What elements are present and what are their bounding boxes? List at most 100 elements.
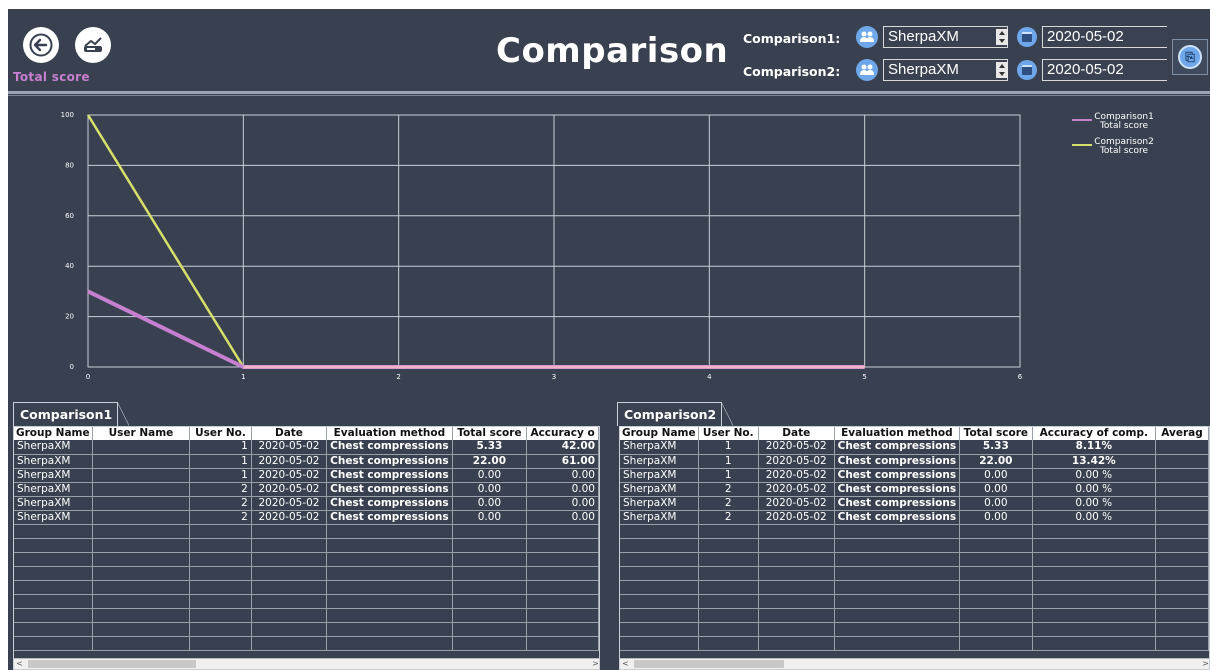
column-header[interactable]: User No.	[189, 427, 252, 440]
table-row[interactable]	[620, 538, 1209, 553]
table-cell	[92, 524, 191, 539]
table-cell	[452, 622, 528, 637]
column-header[interactable]: Averag	[1155, 427, 1209, 440]
table-cell	[92, 496, 191, 511]
table-row[interactable]	[14, 580, 599, 595]
table-cell	[758, 524, 835, 539]
table-row[interactable]	[620, 622, 1209, 637]
scroll-thumb[interactable]	[634, 660, 784, 668]
table-cell: 1	[189, 468, 252, 483]
table-row[interactable]: SherpaXM 2 2020-05-02 Chest compressions 0.0…	[620, 510, 1209, 525]
table-row[interactable]	[620, 594, 1209, 609]
table-row[interactable]	[14, 622, 599, 637]
table-row[interactable]	[14, 594, 599, 609]
y-tick-label: 0	[70, 363, 74, 371]
comparison1-group-select[interactable]: SherpaXM	[883, 26, 1008, 48]
table-row[interactable]: SherpaXM 1 2020-05-02 Chest compressions 22.…	[620, 454, 1209, 469]
table-row[interactable]	[620, 636, 1209, 651]
table-row[interactable]	[14, 566, 599, 581]
table-cell	[189, 608, 252, 623]
table-cell	[92, 510, 191, 525]
table-row[interactable]: SherpaXM 1 2020-05-02 Chest compressions 0.0…	[14, 468, 599, 483]
column-header[interactable]: Accuracy of comp.	[1032, 427, 1156, 440]
table-cell: 2020-05-02	[758, 482, 835, 497]
table-row[interactable]: SherpaXM 2 2020-05-02 Chest compressions 0.0…	[14, 496, 599, 511]
comparison2-hscrollbar[interactable]: < >	[620, 658, 1209, 669]
table-cell	[834, 622, 961, 637]
table-row[interactable]	[14, 552, 599, 567]
monitor-report-icon[interactable]	[75, 27, 111, 63]
table-row[interactable]	[14, 636, 599, 651]
tab-comparison1[interactable]: Comparison1	[13, 402, 129, 426]
table-cell	[1155, 454, 1209, 469]
table-row[interactable]: SherpaXM 2 2020-05-02 Chest compressions 0.0…	[620, 482, 1209, 497]
comparison2-group-select[interactable]: SherpaXM	[883, 59, 1008, 81]
table-cell: 2	[189, 496, 252, 511]
scroll-left-arrow-icon[interactable]: <	[620, 659, 631, 669]
table-cell	[834, 524, 961, 539]
table-cell	[189, 580, 252, 595]
table-cell	[189, 552, 252, 567]
legend-label: Total score	[1099, 146, 1149, 156]
back-arrow-icon[interactable]	[23, 27, 59, 63]
comparison1-grid: Group Name User Name User No. Date Evaluatio…	[14, 427, 599, 651]
table-cell: 2020-05-02	[251, 468, 328, 483]
scroll-thumb[interactable]	[28, 660, 196, 668]
table-cell: 2	[698, 510, 759, 525]
comparison2-date-field[interactable]: 2020-05-02	[1042, 59, 1167, 81]
table-cell: 8.11%	[1032, 440, 1156, 455]
table-cell	[14, 594, 93, 609]
table-cell	[1155, 440, 1209, 455]
y-tick-label: 100	[61, 111, 74, 119]
table-cell: SherpaXM	[14, 454, 93, 469]
table-row[interactable]	[620, 566, 1209, 581]
column-header[interactable]: Total score	[959, 427, 1033, 440]
table-row[interactable]: SherpaXM 1 2020-05-02 Chest compressions 5.3…	[620, 440, 1209, 455]
scroll-left-arrow-icon[interactable]: <	[14, 659, 25, 669]
table-cell: 0.00	[526, 510, 599, 525]
column-header[interactable]: Accuracy o	[526, 427, 599, 440]
column-header[interactable]: Date	[758, 427, 835, 440]
table-cell	[1032, 524, 1156, 539]
column-header[interactable]: Group Name	[14, 427, 93, 440]
table-row[interactable]	[620, 608, 1209, 623]
calendar-icon[interactable]	[1017, 27, 1037, 47]
table-row[interactable]	[620, 524, 1209, 539]
table-row[interactable]: SherpaXM 1 2020-05-02 Chest compressions 5.3…	[14, 440, 599, 455]
table-cell	[959, 636, 1033, 651]
column-header[interactable]: User Name	[92, 427, 191, 440]
table-row[interactable]	[620, 580, 1209, 595]
table-cell	[92, 636, 191, 651]
table-cell	[959, 608, 1033, 623]
column-header[interactable]: Group Name	[620, 427, 699, 440]
table-row[interactable]: SherpaXM 2 2020-05-02 Chest compressions 0.0…	[620, 496, 1209, 511]
table-row[interactable]	[14, 524, 599, 539]
calendar-icon[interactable]	[1017, 60, 1037, 80]
comparison1-date-field[interactable]: 2020-05-02	[1042, 26, 1167, 48]
table-row[interactable]	[620, 552, 1209, 567]
column-header[interactable]: Evaluation method	[834, 427, 961, 440]
table-row[interactable]: SherpaXM 2 2020-05-02 Chest compressions 0.0…	[14, 510, 599, 525]
comparison1-group-spinner[interactable]	[996, 29, 1008, 45]
tab-comparison2[interactable]: Comparison2	[617, 402, 733, 426]
export-button[interactable]: ⎘	[1172, 39, 1208, 75]
table-cell: SherpaXM	[14, 482, 93, 497]
table-cell: Chest compressions	[326, 468, 453, 483]
column-header[interactable]: Evaluation method	[326, 427, 453, 440]
series-line	[86, 114, 865, 369]
table-cell	[526, 608, 599, 623]
table-row[interactable]	[14, 608, 599, 623]
table-row[interactable]	[14, 538, 599, 553]
comparison1-hscrollbar[interactable]: < >	[14, 658, 599, 669]
table-cell	[1032, 566, 1156, 581]
column-header[interactable]: Total score	[452, 427, 528, 440]
scroll-right-arrow-icon[interactable]: >	[1200, 659, 1209, 669]
column-header[interactable]: User No.	[698, 427, 759, 440]
scroll-right-arrow-icon[interactable]: >	[590, 659, 599, 669]
column-header[interactable]: Date	[251, 427, 328, 440]
y-tick-label: 40	[65, 262, 74, 270]
table-row[interactable]: SherpaXM 1 2020-05-02 Chest compressions 22.…	[14, 454, 599, 469]
table-row[interactable]: SherpaXM 1 2020-05-02 Chest compressions 0.0…	[620, 468, 1209, 483]
comparison2-group-spinner[interactable]	[996, 62, 1008, 78]
table-row[interactable]: SherpaXM 2 2020-05-02 Chest compressions 0.0…	[14, 482, 599, 497]
